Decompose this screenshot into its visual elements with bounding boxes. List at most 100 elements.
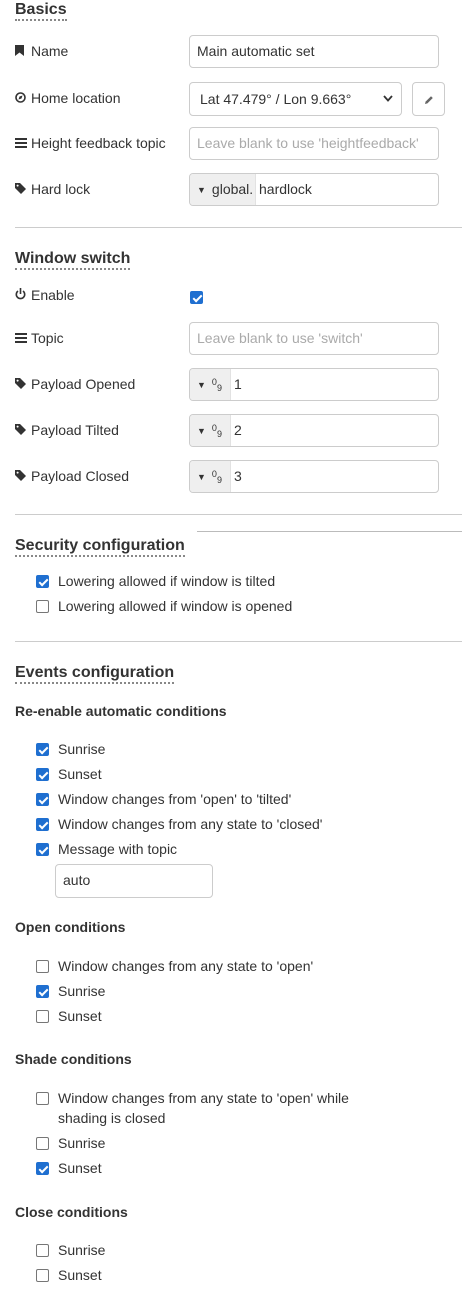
reenable-message-checkbox[interactable]: [36, 843, 49, 856]
location-icon: [15, 91, 31, 109]
home-location-select[interactable]: Lat 47.479° / Lon 9.663°: [189, 82, 402, 116]
payload-tilted-type-select[interactable]: ▼ 09: [190, 415, 231, 446]
tag-icon: [15, 423, 31, 441]
reenable-message-label: Message with topic: [58, 841, 178, 857]
caret-down-icon: ▼: [197, 184, 206, 195]
home-location-label: Home location: [15, 89, 121, 109]
payload-opened-value[interactable]: 1: [234, 369, 242, 400]
caret-down-icon: ▼: [197, 425, 206, 436]
reenable-sunrise-checkbox[interactable]: [36, 743, 49, 756]
number-type-icon: 09: [211, 469, 222, 486]
section-title-events: Events configuration: [15, 663, 175, 684]
hard-lock-type-select[interactable]: ▼ global.: [190, 174, 256, 205]
payload-tilted-typed-input[interactable]: ▼ 09 2: [189, 414, 439, 447]
power-icon: [15, 288, 31, 306]
open-conditions-heading: Open conditions: [15, 919, 126, 935]
name-label: Name: [15, 42, 68, 62]
reenable-closed-checkbox[interactable]: [36, 818, 49, 831]
payload-closed-typed-input[interactable]: ▼ 09 3: [189, 460, 439, 493]
tag-icon: [15, 182, 31, 200]
topic-label-text: Topic: [31, 330, 64, 346]
divider: [197, 531, 462, 532]
payload-opened-label-text: Payload Opened: [31, 376, 136, 392]
hard-lock-type-prefix: global.: [211, 181, 254, 197]
number-type-icon: 09: [211, 423, 222, 440]
caret-down-icon: ▼: [197, 379, 206, 390]
height-feedback-label: Height feedback topic: [15, 134, 166, 154]
payload-opened-typed-input[interactable]: ▼ 09 1: [189, 368, 439, 401]
hard-lock-label-text: Hard lock: [31, 181, 91, 197]
home-location-label-text: Home location: [31, 90, 121, 106]
shade-conditions-heading: Shade conditions: [15, 1051, 132, 1067]
hard-lock-value[interactable]: hardlock: [259, 174, 312, 205]
shade-window-checkbox[interactable]: [36, 1092, 49, 1105]
payload-tilted-label: Payload Tilted: [15, 421, 119, 441]
security-tilted-checkbox[interactable]: [36, 575, 49, 588]
hard-lock-typed-input[interactable]: ▼ global. hardlock: [189, 173, 439, 206]
close-sunrise-checkbox[interactable]: [36, 1244, 49, 1257]
security-tilted-label: Lowering allowed if window is tilted: [58, 573, 276, 589]
open-window-label: Window changes from any state to 'open': [58, 958, 314, 974]
hard-lock-label: Hard lock: [15, 180, 90, 200]
divider: [15, 641, 462, 642]
name-label-text: Name: [31, 43, 69, 59]
number-type-icon: 09: [211, 377, 222, 394]
height-feedback-input[interactable]: Leave blank to use 'heightfeedback': [189, 127, 439, 160]
reenable-closed-label: Window changes from any state to 'closed…: [58, 816, 323, 832]
name-input[interactable]: Main automatic set: [189, 35, 439, 68]
reenable-open-tilted-checkbox[interactable]: [36, 793, 49, 806]
chevron-down-icon: [383, 83, 393, 128]
payload-closed-value[interactable]: 3: [234, 461, 242, 492]
section-title-basics: Basics: [15, 0, 67, 21]
enable-checkbox[interactable]: [190, 291, 203, 304]
payload-closed-label: Payload Closed: [15, 467, 129, 487]
reenable-topic-input[interactable]: auto: [55, 864, 213, 898]
divider: [15, 227, 462, 228]
shade-sunrise-label: Sunrise: [58, 1135, 106, 1151]
shade-window-label-line2: shading is closed: [58, 1110, 166, 1126]
reenable-open-tilted-label: Window changes from 'open' to 'tilted': [58, 791, 292, 807]
payload-tilted-label-text: Payload Tilted: [31, 422, 119, 438]
open-sunrise-label: Sunrise: [58, 983, 106, 999]
enable-label: Enable: [15, 286, 75, 306]
payload-tilted-value[interactable]: 2: [234, 415, 242, 446]
close-sunset-checkbox[interactable]: [36, 1269, 49, 1282]
open-sunrise-checkbox[interactable]: [36, 985, 49, 998]
edit-location-button[interactable]: [412, 82, 445, 116]
payload-opened-type-select[interactable]: ▼ 09: [190, 369, 231, 400]
shade-sunrise-checkbox[interactable]: [36, 1137, 49, 1150]
height-feedback-label-text: Height feedback topic: [31, 135, 166, 151]
tasks-icon: [15, 136, 31, 154]
tag-icon: [15, 469, 31, 487]
close-sunrise-label: Sunrise: [58, 1242, 106, 1258]
shade-sunset-checkbox[interactable]: [36, 1162, 49, 1175]
close-sunset-label: Sunset: [58, 1267, 102, 1283]
section-title-window-switch: Window switch: [15, 249, 131, 270]
payload-opened-label: Payload Opened: [15, 375, 135, 395]
security-opened-label: Lowering allowed if window is opened: [58, 598, 293, 614]
open-window-checkbox[interactable]: [36, 960, 49, 973]
payload-closed-label-text: Payload Closed: [31, 468, 130, 484]
open-sunset-label: Sunset: [58, 1008, 102, 1024]
shade-sunset-label: Sunset: [58, 1160, 102, 1176]
pencil-icon: [423, 91, 435, 106]
shade-window-label: Window changes from any state to 'open' …: [58, 1090, 349, 1106]
caret-down-icon: ▼: [197, 471, 206, 482]
reenable-sunset-label: Sunset: [58, 766, 102, 782]
topic-input[interactable]: Leave blank to use 'switch': [189, 322, 439, 355]
close-conditions-heading: Close conditions: [15, 1204, 128, 1220]
section-title-security: Security configuration: [15, 536, 185, 557]
bookmark-icon: [15, 44, 31, 62]
enable-label-text: Enable: [31, 287, 75, 303]
divider: [15, 514, 462, 515]
home-location-value: Lat 47.479° / Lon 9.663°: [200, 91, 352, 107]
open-sunset-checkbox[interactable]: [36, 1010, 49, 1023]
topic-label: Topic: [15, 329, 64, 349]
payload-closed-type-select[interactable]: ▼ 09: [190, 461, 231, 492]
security-opened-checkbox[interactable]: [36, 600, 49, 613]
reenable-sunrise-label: Sunrise: [58, 741, 106, 757]
reenable-heading: Re-enable automatic conditions: [15, 703, 227, 719]
reenable-sunset-checkbox[interactable]: [36, 768, 49, 781]
tasks-icon: [15, 331, 31, 349]
tag-icon: [15, 377, 31, 395]
